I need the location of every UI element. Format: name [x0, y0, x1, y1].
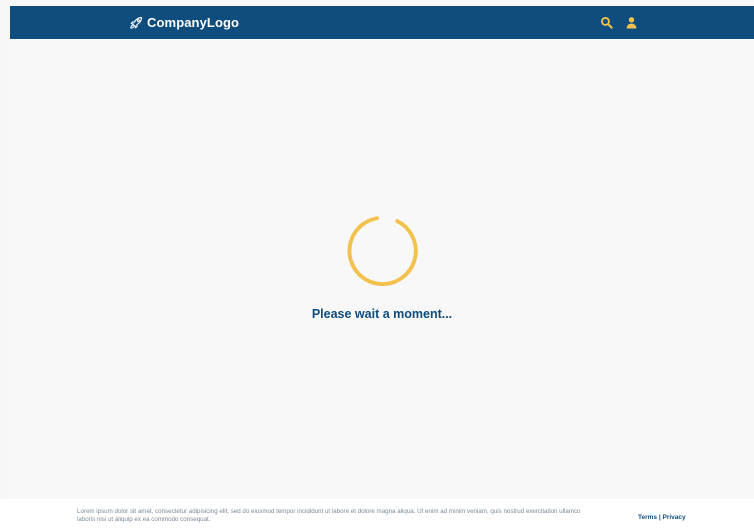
logo-text: CompanyLogo — [147, 15, 240, 30]
top-navbar: CompanyLogo — [10, 6, 754, 39]
search-icon[interactable] — [600, 16, 613, 29]
company-logo[interactable]: CompanyLogo — [129, 6, 239, 39]
footer-disclaimer: Lorem ipsum dolor sit amet, consectetur … — [77, 508, 581, 523]
footer: Lorem ipsum dolor sit amet, consectetur … — [0, 499, 754, 529]
loading-spinner-icon — [347, 216, 418, 287]
header-actions — [600, 6, 638, 39]
loading-message: Please wait a moment... — [311, 307, 453, 321]
footer-link-separator: | — [658, 514, 661, 521]
rocket-icon — [130, 16, 143, 29]
privacy-link[interactable]: Privacy — [662, 514, 685, 521]
main-content: Please wait a moment... — [10, 39, 754, 499]
terms-link[interactable]: Terms — [638, 514, 657, 521]
footer-links: Terms | Privacy — [638, 514, 686, 521]
user-icon[interactable] — [625, 16, 638, 29]
